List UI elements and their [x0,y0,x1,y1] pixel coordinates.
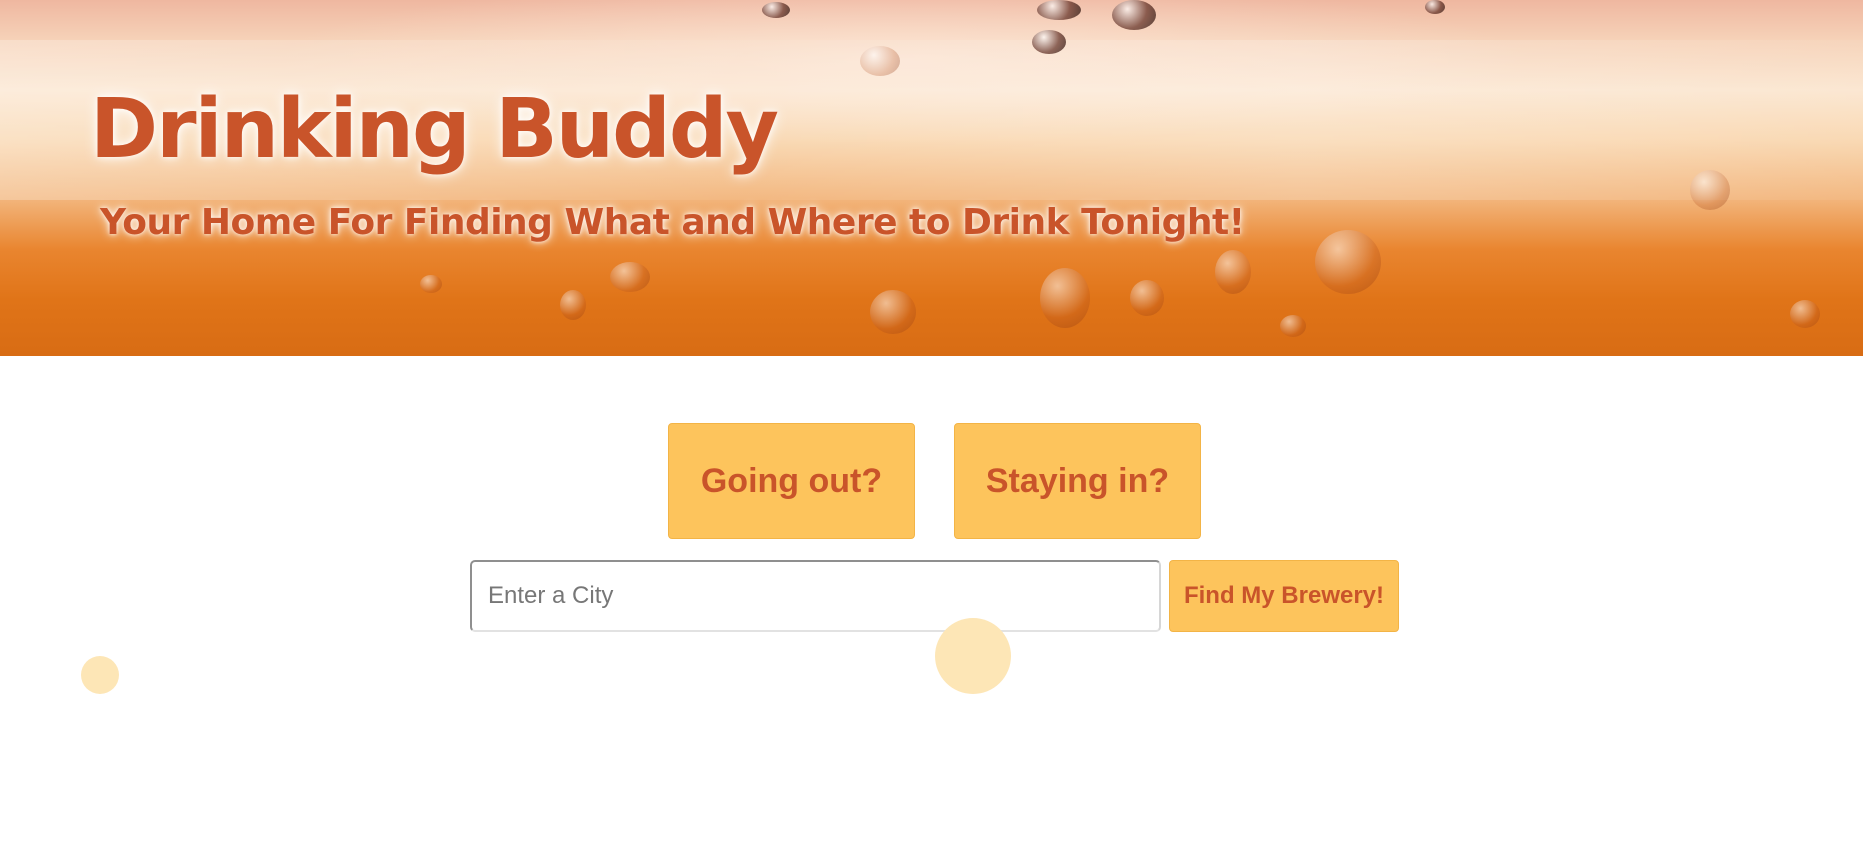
water-droplet [420,275,442,293]
decorative-bubble [935,618,1011,694]
water-droplet [1280,315,1306,337]
hero-banner: Drinking Buddy Your Home For Finding Wha… [0,0,1863,356]
water-droplet [1790,300,1820,328]
city-search-input[interactable] [470,560,1161,632]
water-droplet [560,290,586,320]
water-droplet [860,46,900,76]
decorative-bubble [81,656,119,694]
water-droplet [1037,0,1081,20]
water-droplet [1315,230,1381,294]
page-subtitle: Your Home For Finding What and Where to … [100,202,1245,243]
water-droplet [1690,170,1730,210]
going-out-button[interactable]: Going out? [668,423,915,539]
water-droplet [870,290,916,334]
page-title: Drinking Buddy [90,82,779,177]
water-droplet [1112,0,1156,30]
find-brewery-button[interactable]: Find My Brewery! [1169,560,1399,632]
water-droplet [610,262,650,292]
water-droplet [1032,30,1066,54]
staying-in-button[interactable]: Staying in? [954,423,1201,539]
water-droplet [1425,0,1445,14]
water-droplet [762,2,790,18]
water-droplet [1215,250,1251,294]
water-droplet [1130,280,1164,316]
water-droplet [1040,268,1090,328]
